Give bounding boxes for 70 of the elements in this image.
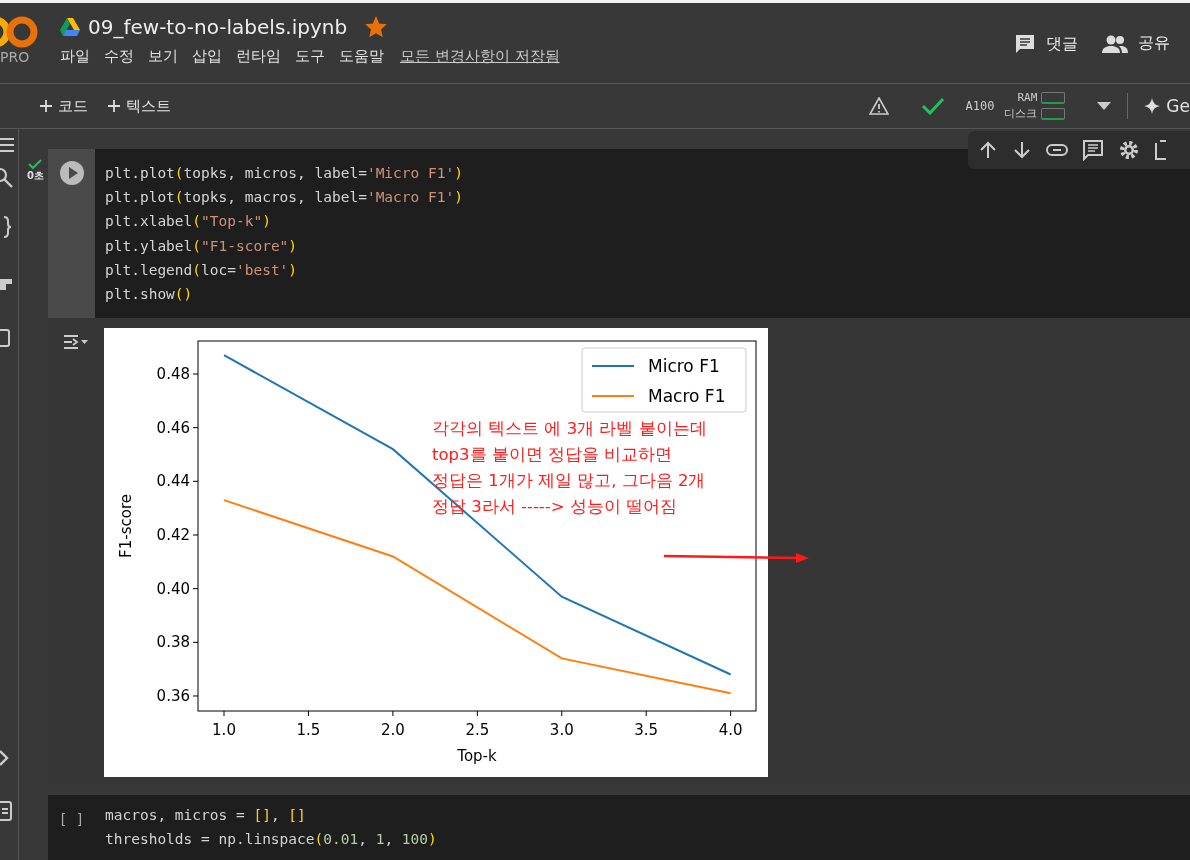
x-tick-label: 2.5	[465, 721, 490, 740]
code-line: plt.plot(topks, macros, label='Macro F1')	[105, 188, 463, 208]
check-icon	[28, 159, 43, 169]
menu-item[interactable]: 삽입	[192, 47, 222, 66]
x-tick-label: 1.5	[296, 721, 321, 740]
people-icon	[1102, 33, 1128, 54]
y-tick-label: 0.36	[156, 687, 190, 706]
menu-item[interactable]: 파일	[60, 47, 90, 66]
code-line: macros, micros = [], []	[105, 806, 306, 826]
y-tick-label: 0.40	[156, 579, 190, 598]
link-icon[interactable]	[1046, 144, 1068, 156]
x-tick-label: 3.5	[634, 721, 659, 740]
notebook-title[interactable]: 09_few-to-no-labels.ipynb	[88, 15, 348, 39]
comment-icon	[1014, 33, 1036, 55]
comment-icon[interactable]	[1082, 139, 1104, 161]
menu-item[interactable]: 도구	[295, 47, 325, 66]
menu-item[interactable]: 런타임	[236, 47, 281, 66]
gemini-button[interactable]: Ge	[1144, 96, 1190, 116]
output-toggle-icon[interactable]	[63, 334, 89, 351]
y-tick-label: 0.38	[156, 633, 190, 652]
y-tick-label: 0.42	[156, 526, 190, 545]
menu-item[interactable]: 보기	[148, 47, 178, 66]
code-line: plt.xlabel("Top-k")	[105, 212, 271, 232]
y-tick-label: 0.48	[156, 365, 190, 384]
y-tick-label: 0.44	[156, 472, 190, 491]
check-icon	[921, 97, 946, 115]
dropdown-caret-icon[interactable]	[1097, 102, 1112, 110]
cell-prompt[interactable]: [ ]	[58, 807, 85, 860]
legend-swatch	[591, 365, 635, 368]
warning-icon[interactable]	[869, 97, 890, 115]
drive-icon	[60, 18, 80, 36]
disk-meter-icon	[1041, 107, 1066, 120]
gpu-label: A100	[965, 99, 995, 113]
settings-icon[interactable]	[1118, 139, 1140, 161]
legend-swatch	[591, 395, 635, 398]
menu-item[interactable]: 수정	[104, 47, 134, 66]
ram-label: RAM	[1016, 91, 1038, 104]
code-line: thresholds = np.linspace(0.01, 1, 100)	[105, 830, 437, 850]
execution-time: 0초	[27, 169, 44, 183]
code-line: plt.show()	[105, 285, 193, 304]
add-cell-button[interactable]: 코드	[40, 92, 88, 120]
run-button[interactable]	[59, 161, 84, 185]
arrow-up-icon[interactable]	[978, 140, 998, 160]
x-tick-label: 4.0	[718, 721, 743, 740]
legend-label: Macro F1	[648, 386, 726, 407]
plus-icon	[40, 100, 52, 112]
menu-icon[interactable]	[0, 137, 14, 153]
ram-meter-icon	[1041, 91, 1066, 104]
code-line: plt.legend(loc='best')	[105, 260, 298, 280]
y-axis-label: F1-score	[117, 494, 135, 559]
add-cell-button[interactable]: 텍스트	[108, 92, 171, 120]
arrow-down-icon[interactable]	[1012, 140, 1032, 160]
code-line: plt.ylabel("F1-score")	[105, 236, 298, 256]
y-tick-label: 0.46	[156, 418, 190, 437]
x-tick-label: 2.0	[380, 721, 405, 740]
comment-button[interactable]: 댓글	[1014, 33, 1078, 55]
plan-label: PRO	[0, 49, 30, 65]
star-icon[interactable]	[365, 16, 388, 38]
disk-label: 디스크	[1004, 106, 1038, 121]
share-button[interactable]: 공유	[1102, 33, 1170, 54]
save-status-link[interactable]: 모든 변경사항이 저장됨	[400, 47, 560, 66]
x-tick-label: 3.0	[549, 721, 574, 740]
plus-icon	[108, 100, 120, 112]
chevron-right-icon[interactable]	[0, 749, 10, 767]
legend-label: Micro F1	[648, 356, 720, 377]
x-tick-label: 1.0	[212, 721, 236, 740]
menu-item[interactable]: 도움말	[339, 47, 384, 66]
code-line: plt.plot(topks, micros, label='Micro F1')	[105, 164, 463, 183]
x-axis-label: Top-k	[457, 747, 497, 766]
sparkle-icon	[1144, 98, 1161, 114]
